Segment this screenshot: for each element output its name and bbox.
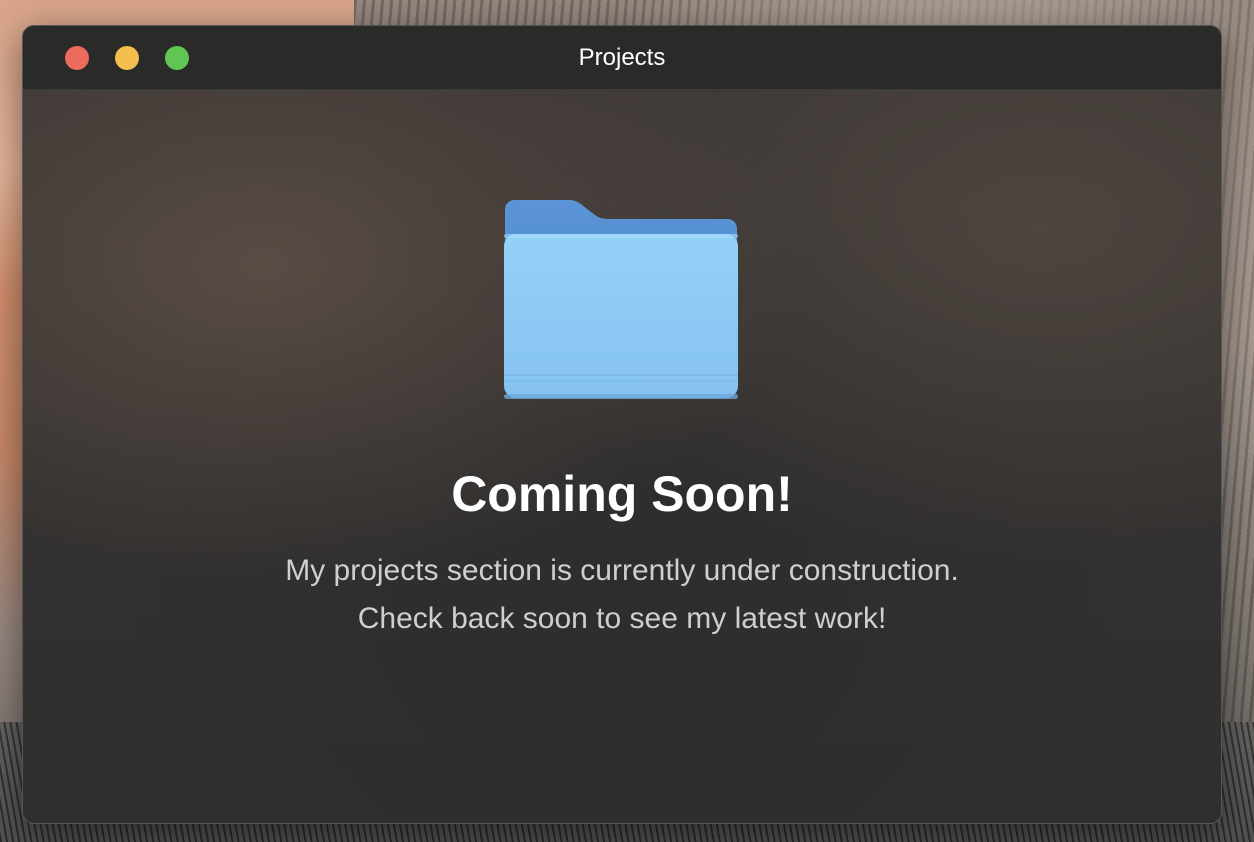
window-title: Projects: [578, 44, 666, 71]
window-content: Coming Soon! My projects section is curr…: [23, 90, 1221, 823]
desktop-background: Projects Coming Soon! My projects sectio…: [0, 0, 1254, 842]
description: My projects section is currently under c…: [23, 547, 1221, 643]
title-bar[interactable]: Projects: [23, 26, 1221, 90]
folder-icon: [504, 200, 738, 399]
description-line-1: My projects section is currently under c…: [285, 554, 959, 587]
description-line-2: Check back soon to see my latest work!: [357, 602, 887, 635]
projects-window: Projects Coming Soon! My projects sectio…: [22, 25, 1222, 824]
coming-soon-heading: Coming Soon!: [451, 466, 793, 522]
